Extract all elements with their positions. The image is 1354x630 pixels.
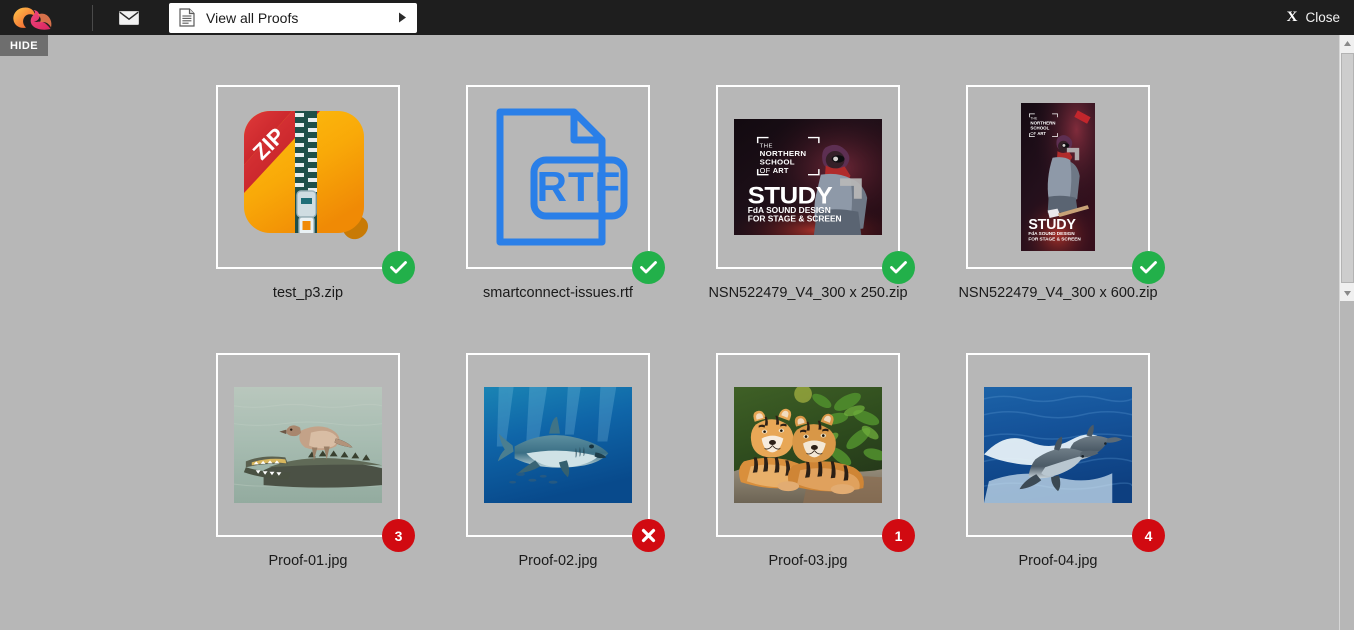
proof-cell: THE NORTHERN SCHOOL OF ART STUDY FdA SOU…	[933, 85, 1183, 301]
svg-text:STUDY: STUDY	[1028, 217, 1076, 233]
banner-brand-line4: OF ART	[760, 167, 789, 175]
proof-thumbnail-card[interactable]: THE NORTHERN SCHOOL OF ART STUDY FdA SOU…	[716, 85, 915, 284]
proof-cell: ZIP test_p3.zip	[183, 85, 433, 301]
top-toolbar: View all Proofs X Close	[0, 0, 1354, 35]
proof-filename: Proof-04.jpg	[1018, 553, 1098, 569]
proof-filename: Proof-01.jpg	[268, 553, 348, 569]
cross-icon	[641, 528, 656, 543]
banner-brand-line1: THE	[760, 143, 773, 149]
photo-shark-thumbnail	[484, 387, 632, 503]
banner-300x250-thumbnail: THE NORTHERN SCHOOL OF ART STUDY FdA SOU…	[734, 119, 882, 235]
photo-tigers-thumbnail	[734, 387, 882, 503]
status-badge-approved[interactable]	[1132, 251, 1165, 284]
vertical-scrollbar[interactable]	[1339, 35, 1354, 630]
proof-filename: test_p3.zip	[272, 285, 344, 301]
proofs-grid: ZIP test_p3.zip RTF smartconnect-issues.…	[0, 35, 1340, 569]
badge-count: 1	[894, 527, 903, 544]
banner-brand-line2: NORTHERN	[760, 149, 807, 158]
proofs-row: 3 Proof-01.jpg Proof-02.jpg 1 Proof-03.j…	[0, 353, 1340, 569]
photo-crocodile-thumbnail	[234, 387, 382, 503]
status-badge-comments[interactable]: 1	[882, 519, 915, 552]
svg-text:SCHOOL: SCHOOL	[1030, 126, 1049, 131]
proof-filename: NSN522479_V4_300 x 600.zip	[958, 285, 1158, 301]
proofs-row: ZIP test_p3.zip RTF smartconnect-issues.…	[0, 85, 1340, 301]
envelope-icon	[119, 10, 139, 25]
cloud-swirl-logo-icon	[13, 7, 52, 30]
svg-text:RTF: RTF	[537, 163, 622, 210]
proof-thumbnail-card[interactable]: RTF	[466, 85, 665, 284]
badge-count: 4	[1144, 527, 1153, 544]
scroll-up-arrow-icon[interactable]	[1340, 35, 1354, 51]
proof-thumbnail-card[interactable]: 1	[716, 353, 915, 552]
scroll-down-arrow-icon[interactable]	[1340, 285, 1354, 301]
svg-text:FOR STAGE & SCREEN: FOR STAGE & SCREEN	[1028, 236, 1081, 241]
proof-filename: Proof-02.jpg	[518, 553, 598, 569]
hide-panel-tab[interactable]: HIDE	[0, 35, 48, 56]
hide-tab-label: HIDE	[10, 39, 38, 52]
proof-thumbnail-card[interactable]: 3	[216, 353, 415, 552]
proof-cell: 1 Proof-03.jpg	[683, 353, 933, 569]
rtf-file-icon: RTF	[486, 106, 630, 248]
close-label: Close	[1305, 10, 1340, 25]
check-icon	[640, 261, 657, 274]
document-list-icon	[179, 8, 195, 27]
proof-thumbnail-card[interactable]: 4	[966, 353, 1165, 552]
view-all-proofs-button[interactable]: View all Proofs	[169, 2, 417, 33]
banner-headline: STUDY	[748, 182, 833, 209]
check-icon	[390, 261, 407, 274]
proof-cell: 4 Proof-04.jpg	[933, 353, 1183, 569]
proof-filename: NSN522479_V4_300 x 250.zip	[708, 285, 908, 301]
badge-count: 3	[394, 527, 403, 544]
svg-text:FdA SOUND DESIGN: FdA SOUND DESIGN	[1028, 231, 1075, 236]
proof-cell: Proof-02.jpg	[433, 353, 683, 569]
svg-text:NORTHERN: NORTHERN	[1030, 121, 1055, 126]
check-icon	[890, 261, 907, 274]
proof-cell: 3 Proof-01.jpg	[183, 353, 433, 569]
view-all-proofs-label: View all Proofs	[206, 9, 299, 26]
banner-sub2: FOR STAGE & SCREEN	[748, 215, 842, 224]
proof-cell: RTF smartconnect-issues.rtf	[433, 85, 683, 301]
status-badge-rejected[interactable]	[632, 519, 665, 552]
scrollbar-track[interactable]	[1340, 301, 1354, 630]
banner-300x600-thumbnail: THE NORTHERN SCHOOL OF ART STUDY FdA SOU…	[1021, 103, 1095, 251]
banner-sub1: FdA SOUND DESIGN	[748, 206, 831, 215]
check-icon	[1140, 261, 1157, 274]
close-icon: X	[1286, 9, 1298, 25]
toolbar-divider	[92, 4, 93, 31]
proof-filename: smartconnect-issues.rtf	[483, 285, 633, 301]
proof-filename: Proof-03.jpg	[768, 553, 848, 569]
status-badge-comments[interactable]: 4	[1132, 519, 1165, 552]
close-button[interactable]: X Close	[1287, 0, 1340, 35]
caret-right-icon	[398, 12, 407, 23]
proof-thumbnail-card[interactable]: ZIP	[216, 85, 415, 284]
status-badge-approved[interactable]	[382, 251, 415, 284]
zip-file-icon: ZIP	[234, 103, 382, 251]
status-badge-comments[interactable]: 3	[382, 519, 415, 552]
proof-cell: THE NORTHERN SCHOOL OF ART STUDY FdA SOU…	[683, 85, 933, 301]
banner-brand-line3: SCHOOL	[760, 158, 795, 167]
status-badge-approved[interactable]	[882, 251, 915, 284]
photo-dolphins-thumbnail	[984, 387, 1132, 503]
status-badge-approved[interactable]	[632, 251, 665, 284]
proof-thumbnail-card[interactable]: THE NORTHERN SCHOOL OF ART STUDY FdA SOU…	[966, 85, 1165, 284]
proofs-gallery: ZIP test_p3.zip RTF smartconnect-issues.…	[0, 35, 1354, 630]
scrollbar-thumb[interactable]	[1341, 53, 1354, 283]
svg-text:THE: THE	[1030, 116, 1037, 120]
proof-thumbnail-card[interactable]	[466, 353, 665, 552]
mail-button[interactable]	[107, 0, 151, 35]
svg-text:OF ART: OF ART	[1030, 131, 1046, 136]
app-logo[interactable]	[0, 0, 64, 35]
